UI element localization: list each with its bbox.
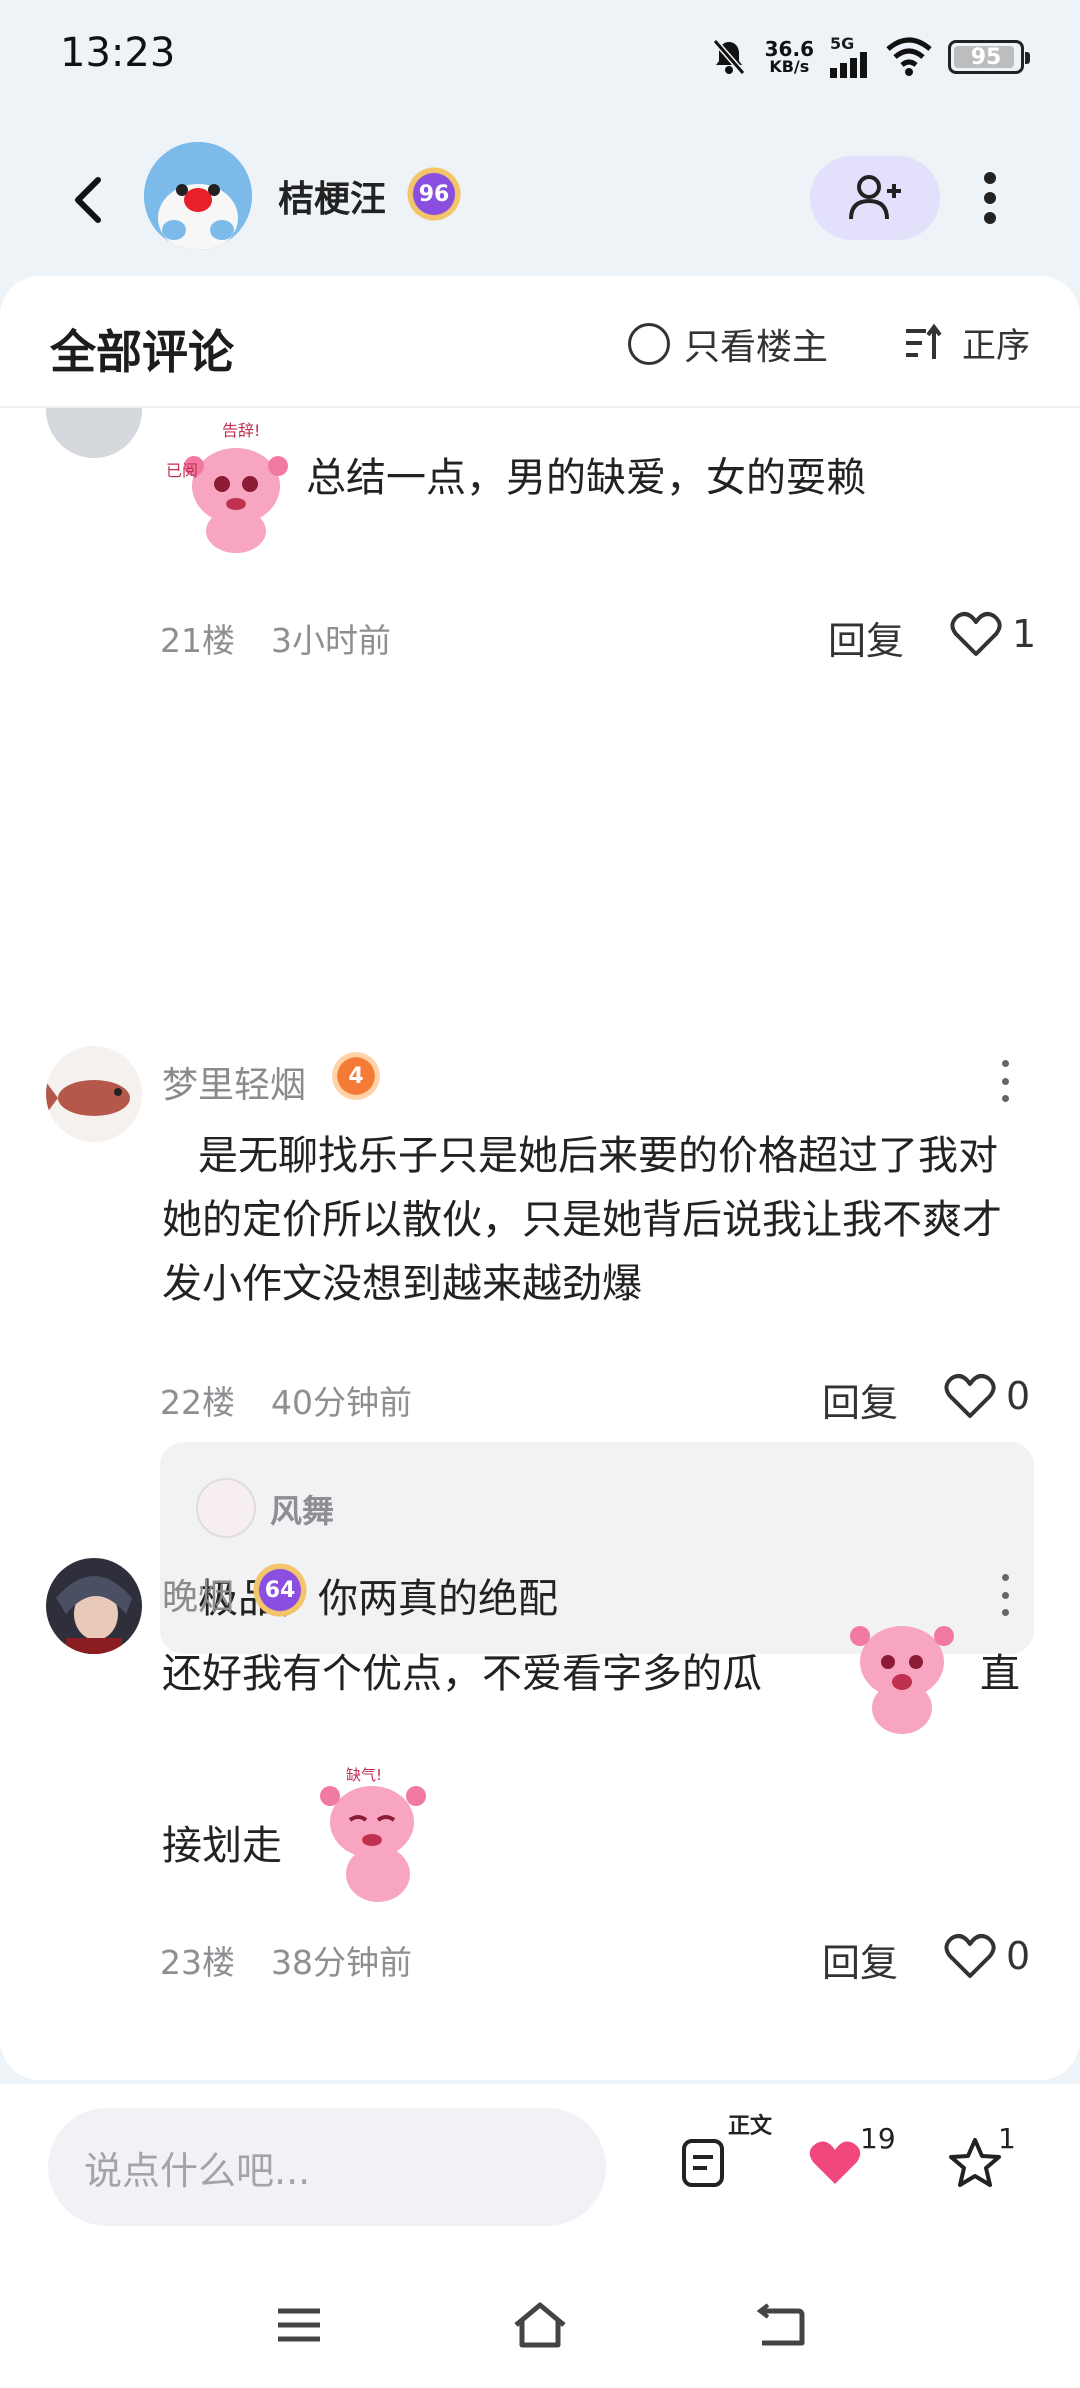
document-icon	[682, 2139, 724, 2187]
svg-text:缺气!: 缺气!	[346, 1766, 382, 1784]
comment-text: 总结一点，男的缺爱，女的耍赖	[306, 455, 866, 501]
chevron-left-icon	[75, 177, 101, 223]
top-nav: 桔梗汪 96	[0, 130, 1080, 270]
sort-icon	[906, 323, 942, 359]
back-arrow-icon	[756, 2303, 805, 2346]
heart-filled-icon	[809, 2141, 861, 2184]
comment-meta: 22楼 40分钟前	[160, 1383, 412, 1422]
svg-text:已阅: 已阅	[166, 461, 198, 480]
favorite-count: 1	[998, 2122, 1016, 2155]
comment-more-button[interactable]	[990, 1056, 1020, 1106]
reply-button[interactable]: 回复	[822, 1932, 898, 1987]
article-badge: 正文	[728, 2114, 773, 2139]
add-user-icon	[849, 175, 901, 220]
nav-menu-button[interactable]	[264, 2290, 334, 2360]
level-badge: 64	[252, 1562, 308, 1618]
radio-icon	[628, 323, 670, 365]
status-time: 13:23	[60, 30, 176, 76]
sub-reply-avatar[interactable]	[196, 1478, 256, 1538]
comment-text: 是无聊找乐子只是她后来要的价格超过了我对她的定价所以散伙，只是她背后说我让我不爽…	[162, 1133, 1002, 1307]
status-icons: 36.6 KB/s 5G 95	[709, 32, 1030, 82]
heart-outline-icon	[944, 1374, 996, 1418]
vertical-dots-icon	[984, 172, 996, 224]
comment-text: 直	[980, 1651, 1020, 1697]
author-name[interactable]: 桔梗汪	[278, 170, 386, 222]
follow-button[interactable]	[810, 156, 940, 240]
comment-text: 还好我有个优点，不爱看字多的瓜	[162, 1651, 762, 1697]
commenter-avatar[interactable]	[46, 1558, 142, 1654]
commenter-name[interactable]: 梦里轻烟	[162, 1056, 306, 1108]
comments-title: 全部评论	[50, 325, 234, 379]
bell-muted-icon	[712, 39, 745, 75]
like-button[interactable]: 0	[944, 1372, 1030, 1420]
back-button[interactable]	[60, 170, 120, 230]
reply-button[interactable]: 回复	[822, 1372, 898, 1427]
svg-text:告辞!: 告辞!	[222, 421, 260, 440]
nav-back-button[interactable]	[746, 2290, 816, 2360]
level-badge: 96	[406, 166, 462, 222]
comments-card: 全部评论 只看楼主 正序 告辞! 已阅 总结一点，男的缺爱，女的耍赖 21楼 3…	[0, 276, 1080, 2080]
bottom-action-bar: 说点什么吧... 正文 19 1	[0, 2084, 1080, 2254]
heart-outline-icon	[950, 612, 1002, 656]
sticker-image: 缺气!	[312, 1764, 440, 1906]
like-button[interactable]: 0	[944, 1932, 1030, 1980]
reply-button[interactable]: 回复	[828, 610, 904, 665]
heart-outline-icon	[944, 1934, 996, 1978]
only-author-toggle[interactable]: 只看楼主	[628, 318, 828, 370]
author-avatar[interactable]	[144, 142, 252, 250]
sticker-image: 告辞! 已阅	[164, 416, 294, 556]
status-bar: 13:23 36.6 KB/s 5G 95	[0, 0, 1080, 120]
comment-input[interactable]: 说点什么吧...	[48, 2108, 606, 2226]
sticker-image	[838, 1600, 966, 1740]
commenter-name[interactable]: 晚烟	[162, 1568, 234, 1620]
home-icon	[514, 2302, 566, 2348]
comment-more-button[interactable]	[990, 1570, 1020, 1620]
comment-item: 晚烟 64 还好我有个优点，不爱看字多的瓜 直 接划走 缺气! 23楼 38分钟…	[0, 1558, 1080, 2076]
wifi-icon	[886, 37, 932, 76]
like-button[interactable]: 1	[950, 610, 1036, 658]
sub-reply-name[interactable]: 风舞	[270, 1486, 334, 1532]
comments-header: 全部评论 只看楼主 正序	[0, 276, 1080, 408]
comment-meta: 21楼 3小时前	[160, 621, 391, 660]
menu-icon	[278, 2308, 320, 2342]
net-speed: 36.6 KB/s	[764, 37, 814, 76]
battery-icon: 95	[948, 40, 1030, 74]
star-icon	[949, 2138, 1001, 2187]
commenter-avatar[interactable]	[46, 1046, 142, 1142]
cellular-signal-icon: 5G	[830, 36, 870, 78]
more-options-button[interactable]	[960, 168, 1020, 228]
system-nav-bar	[0, 2254, 1080, 2388]
comment-item: 梦里轻烟 4 是无聊找乐子只是她后来要的价格超过了我对她的定价所以散伙，只是她背…	[0, 766, 1080, 1654]
level-badge: 4	[330, 1050, 382, 1102]
sort-toggle[interactable]: 正序	[904, 318, 1030, 367]
nav-home-button[interactable]	[505, 2290, 575, 2360]
comment-meta: 23楼 38分钟前	[160, 1943, 412, 1982]
like-count: 19	[860, 2122, 896, 2155]
